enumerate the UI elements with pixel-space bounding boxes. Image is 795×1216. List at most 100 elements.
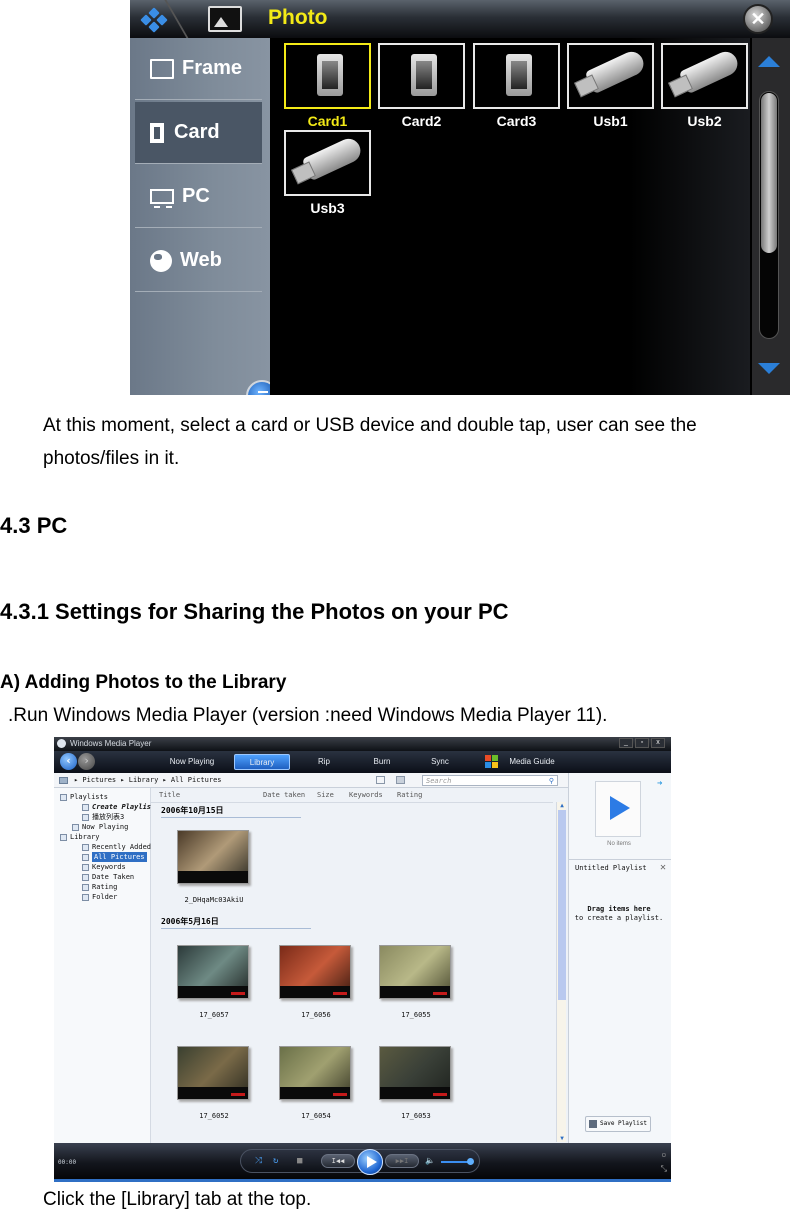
save-playlist-button[interactable]: Save Playlist bbox=[585, 1116, 651, 1132]
playlist-header[interactable]: Untitled Playlist ✕ bbox=[569, 859, 671, 875]
photo-tile[interactable]: 17_6056 bbox=[279, 945, 353, 1019]
scroll-thumb[interactable] bbox=[761, 93, 777, 253]
breadcrumb[interactable]: ▸ Pictures ▸ Library ▸ All Pictures bbox=[74, 773, 222, 788]
tree-item-recently-added[interactable]: Recently Added bbox=[82, 842, 151, 852]
layout-options-icon[interactable] bbox=[376, 776, 385, 784]
fullscreen-icon[interactable]: ▫ bbox=[661, 1148, 667, 1162]
photo-tile[interactable]: 17_6057 bbox=[177, 945, 251, 1019]
search-icon[interactable]: ⚲ bbox=[549, 776, 554, 786]
tab-library[interactable]: Library bbox=[234, 754, 290, 770]
column-size[interactable]: Size bbox=[317, 791, 334, 799]
tab-burn[interactable]: Burn bbox=[362, 754, 402, 770]
section-heading: 4.3 PC bbox=[0, 513, 68, 538]
sd-card-icon bbox=[411, 54, 437, 96]
tab-rip[interactable]: Rip bbox=[304, 754, 344, 770]
minimize-button[interactable]: _ bbox=[619, 738, 633, 748]
device-thumbnail[interactable] bbox=[378, 43, 465, 109]
step-heading: A) Adding Photos to the Library bbox=[0, 672, 287, 693]
device-thumbnail[interactable] bbox=[473, 43, 560, 109]
scroll-down-arrow-icon[interactable] bbox=[758, 363, 780, 374]
column-date-taken[interactable]: Date taken bbox=[263, 791, 305, 799]
tab-media-guide[interactable]: Media Guide bbox=[504, 754, 560, 770]
scroll-track[interactable] bbox=[759, 91, 779, 339]
clear-list-icon[interactable]: ✕ bbox=[660, 860, 666, 876]
playlist-icon bbox=[82, 803, 89, 811]
tree-item-date-taken[interactable]: Date Taken bbox=[82, 872, 134, 882]
sidebar-item-frame[interactable]: Frame bbox=[135, 38, 262, 100]
device-card1[interactable]: Card1 bbox=[284, 43, 371, 129]
photo-thumbnail[interactable] bbox=[279, 945, 351, 999]
photo-thumbnail[interactable] bbox=[177, 1046, 249, 1100]
close-button[interactable]: ✕ bbox=[743, 4, 773, 34]
sidebar-item-label: PC bbox=[182, 185, 210, 207]
photo-tile[interactable]: 17_6054 bbox=[279, 1046, 353, 1120]
column-keywords[interactable]: Keywords bbox=[349, 791, 383, 799]
tree-item-create-playlist[interactable]: Create Playlist bbox=[82, 802, 155, 812]
previous-button[interactable]: I◀◀ bbox=[321, 1154, 355, 1168]
photo-label: 17_6057 bbox=[199, 1011, 229, 1019]
playlist-title[interactable]: Untitled Playlist bbox=[575, 864, 647, 872]
scroll-thumb[interactable] bbox=[558, 810, 566, 1000]
device-card2[interactable]: Card2 bbox=[378, 43, 465, 129]
tab-sync[interactable]: Sync bbox=[420, 754, 460, 770]
photo-tile[interactable]: 17_6053 bbox=[379, 1046, 453, 1120]
repeat-button[interactable]: ↻ bbox=[273, 1156, 278, 1166]
photo-thumbnail[interactable] bbox=[177, 830, 249, 884]
photo-thumbnail[interactable] bbox=[279, 1046, 351, 1100]
tree-item-rating[interactable]: Rating bbox=[82, 882, 117, 892]
maximize-button[interactable]: ▫ bbox=[635, 738, 649, 748]
shuffle-button[interactable]: ⤨ bbox=[255, 1156, 262, 1166]
device-scrollbar[interactable] bbox=[752, 38, 790, 395]
tab-now-playing[interactable]: Now Playing bbox=[164, 754, 220, 770]
sidebar-item-pc[interactable]: PC bbox=[135, 166, 262, 228]
photo-thumbnail[interactable] bbox=[177, 945, 249, 999]
photo-thumbnail[interactable] bbox=[379, 945, 451, 999]
playback-controls: ⤨ ↻ ■ I◀◀ ▶▶I 🔈 bbox=[240, 1149, 480, 1175]
tree-item-playlist3[interactable]: 播放列表3 bbox=[82, 812, 124, 822]
frame-icon bbox=[150, 58, 174, 79]
column-rating[interactable]: Rating bbox=[397, 791, 422, 799]
column-title[interactable]: Title bbox=[159, 791, 180, 799]
photo-tile[interactable]: 17_6052 bbox=[177, 1046, 251, 1120]
photo-tile[interactable]: 17_6055 bbox=[379, 945, 453, 1019]
device-usb3[interactable]: Usb3 bbox=[284, 130, 371, 216]
sidebar-item-web[interactable]: Web bbox=[135, 230, 262, 292]
scroll-up-icon[interactable]: ▲ bbox=[558, 802, 566, 809]
compact-mode-icon[interactable]: ⤡ bbox=[661, 1162, 667, 1176]
home-diamond-icon[interactable] bbox=[140, 7, 168, 33]
pane-arrow-icon[interactable]: ➜ bbox=[657, 779, 662, 789]
photo-tile[interactable]: 2_DHqaMc03AkiU bbox=[177, 830, 251, 904]
volume-slider[interactable] bbox=[441, 1158, 474, 1165]
device-usb2[interactable]: Usb2 bbox=[661, 43, 748, 129]
tree-item-now-playing[interactable]: Now Playing bbox=[72, 822, 128, 832]
mute-button[interactable]: 🔈 bbox=[425, 1156, 435, 1165]
scroll-up-arrow-icon[interactable] bbox=[758, 56, 780, 67]
forward-button[interactable]: › bbox=[78, 753, 95, 770]
tree-item-all-pictures[interactable]: All Pictures bbox=[82, 852, 147, 862]
play-button[interactable] bbox=[357, 1149, 383, 1175]
photo-thumbnail[interactable] bbox=[379, 1046, 451, 1100]
device-thumbnail[interactable] bbox=[284, 130, 371, 196]
search-input[interactable]: Search ⚲ bbox=[422, 775, 558, 786]
scroll-down-icon[interactable]: ▼ bbox=[558, 1135, 566, 1142]
volume-knob[interactable] bbox=[466, 1158, 474, 1165]
stop-button[interactable]: ■ bbox=[297, 1156, 302, 1166]
close-button[interactable]: x bbox=[651, 738, 665, 748]
device-thumbnail[interactable] bbox=[284, 43, 371, 109]
device-card3[interactable]: Card3 bbox=[473, 43, 560, 129]
tree-item-folder[interactable]: Folder bbox=[82, 892, 117, 902]
device-thumbnail[interactable] bbox=[567, 43, 654, 109]
sidebar-item-label: Web bbox=[180, 249, 222, 271]
photo-label: 17_6056 bbox=[301, 1011, 331, 1019]
sidebar-item-card[interactable]: Card bbox=[135, 102, 262, 164]
tree-item-keywords[interactable]: Keywords bbox=[82, 862, 126, 872]
star-icon bbox=[82, 883, 89, 891]
device-usb1[interactable]: Usb1 bbox=[567, 43, 654, 129]
tree-item-playlists[interactable]: Playlists bbox=[60, 792, 108, 802]
view-options-icon[interactable] bbox=[396, 776, 405, 784]
next-button[interactable]: ▶▶I bbox=[385, 1154, 419, 1168]
device-thumbnail[interactable] bbox=[661, 43, 748, 109]
content-scrollbar[interactable]: ▲ ▼ bbox=[556, 802, 566, 1142]
back-button[interactable]: ‹ bbox=[60, 753, 77, 770]
tree-item-library[interactable]: Library bbox=[60, 832, 100, 842]
